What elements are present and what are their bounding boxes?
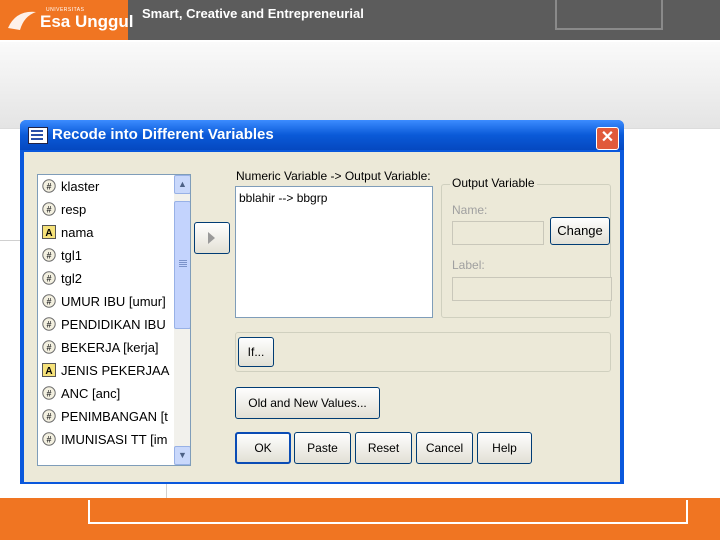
svg-text:#: # — [46, 320, 51, 330]
divider-line — [0, 240, 22, 241]
numeric-output-list[interactable]: bblahir --> bbgrp — [235, 186, 433, 318]
recode-dialog: Recode into Different Variables ✕ # klast… — [20, 120, 624, 484]
name-field[interactable] — [452, 221, 544, 245]
dialog-title: Recode into Different Variables — [52, 126, 274, 143]
scroll-up-button[interactable]: ▲ — [174, 175, 190, 194]
if-button[interactable]: If... — [238, 337, 274, 367]
variable-label: PENDIDIKAN IBU — [61, 317, 166, 332]
numeric-variable-icon: # — [42, 432, 56, 446]
variable-label: nama — [61, 225, 94, 240]
close-icon: ✕ — [600, 129, 615, 146]
variable-list-item[interactable]: # tgl2 — [42, 268, 174, 290]
variable-list-item[interactable]: # BEKERJA [kerja] — [42, 337, 174, 359]
vertical-scrollbar[interactable]: ▲ ▼ — [174, 175, 190, 465]
logo-emblem-icon — [8, 11, 36, 30]
footer-decoration — [88, 500, 688, 524]
if-panel: If... — [235, 332, 611, 372]
svg-text:#: # — [46, 205, 51, 215]
variable-list-item[interactable]: Anama — [42, 222, 174, 244]
scroll-thumb[interactable] — [174, 201, 190, 329]
variable-label: BEKERJA [kerja] — [61, 340, 159, 355]
dialog-body: # klaster # resp Anama # tgl1 # tgl2 # UMUR IBU [u… — [24, 152, 620, 482]
change-button[interactable]: Change — [550, 217, 610, 245]
logo-text: Esa Unggul — [40, 12, 134, 31]
variable-label: UMUR IBU [umur] — [61, 294, 166, 309]
name-label: Name: — [452, 203, 488, 217]
svg-text:#: # — [46, 274, 51, 284]
svg-text:#: # — [46, 343, 51, 353]
variable-label: klaster — [61, 179, 100, 194]
header-band — [0, 42, 720, 128]
numeric-variable-icon: # — [42, 248, 56, 262]
mapping-item[interactable]: bblahir --> bbgrp — [239, 191, 327, 205]
variable-label: tgl1 — [61, 248, 82, 263]
variable-list-item[interactable]: A JENIS PEKERJAA — [42, 360, 174, 382]
source-variable-list[interactable]: # klaster # resp Anama # tgl1 # tgl2 # UMUR IBU [u… — [37, 174, 191, 466]
old-new-values-button[interactable]: Old and New Values... — [235, 387, 380, 419]
label-label: Label: — [452, 258, 485, 272]
variable-items: # klaster # resp Anama # tgl1 # tgl2 # UMUR IBU [u… — [38, 175, 174, 465]
svg-text:#: # — [46, 412, 51, 422]
paste-button[interactable]: Paste — [294, 432, 351, 464]
numeric-variable-icon: # — [42, 340, 56, 354]
grip-icon — [179, 260, 187, 261]
variable-list-item[interactable]: # UMUR IBU [umur] — [42, 291, 174, 313]
header-decoration — [555, 0, 663, 30]
close-button[interactable]: ✕ — [596, 127, 619, 150]
variable-label: resp — [61, 202, 87, 217]
string-variable-icon: A — [42, 363, 56, 377]
scroll-down-button[interactable]: ▼ — [174, 446, 190, 465]
slide-header: UNIVERSITAS Esa Unggul Smart, Creative a… — [0, 0, 720, 40]
numeric-variable-icon: # — [42, 179, 56, 193]
numeric-output-label: Numeric Variable -> Output Variable: — [236, 169, 431, 183]
numeric-variable-icon: # — [42, 409, 56, 423]
svg-text:A: A — [45, 366, 52, 377]
help-button[interactable]: Help — [477, 432, 532, 464]
variable-label: ANC [anc] — [61, 386, 121, 401]
variable-list-item[interactable]: # PENIMBANGAN [t — [42, 406, 174, 428]
output-variable-group: Output Variable Name: Change Label: — [441, 176, 612, 318]
variable-label: tgl2 — [61, 271, 82, 286]
numeric-variable-icon: # — [42, 386, 56, 400]
variable-list-item[interactable]: # klaster — [42, 176, 174, 198]
variable-label: JENIS PEKERJAA — [61, 363, 170, 378]
variable-list-item[interactable]: # resp — [42, 199, 174, 221]
numeric-variable-icon: # — [42, 202, 56, 216]
ok-button[interactable]: OK — [235, 432, 291, 464]
numeric-variable-icon: # — [42, 294, 56, 308]
dialog-titlebar[interactable]: Recode into Different Variables ✕ — [20, 120, 624, 150]
svg-text:#: # — [46, 297, 51, 307]
svg-text:A: A — [45, 228, 52, 239]
variable-list-item[interactable]: # ANC [anc] — [42, 383, 174, 405]
variable-list-item[interactable]: # PENDIDIKAN IBU — [42, 314, 174, 336]
numeric-variable-icon: # — [42, 271, 56, 285]
label-field[interactable] — [452, 277, 612, 301]
svg-text:#: # — [46, 389, 51, 399]
variable-label: IMUNISASI TT [im — [61, 432, 168, 447]
move-variable-button[interactable] — [194, 222, 230, 254]
svg-text:#: # — [46, 251, 51, 261]
variable-list-item[interactable]: # tgl1 — [42, 245, 174, 267]
variable-label: PENIMBANGAN [t — [61, 409, 168, 424]
output-variable-legend: Output Variable — [450, 176, 537, 190]
spss-window-icon — [28, 127, 48, 144]
reset-button[interactable]: Reset — [355, 432, 412, 464]
string-variable-icon: A — [42, 225, 56, 239]
cancel-button[interactable]: Cancel — [416, 432, 473, 464]
svg-text:#: # — [46, 435, 51, 445]
numeric-variable-icon: # — [42, 317, 56, 331]
university-logo: UNIVERSITAS Esa Unggul — [0, 0, 134, 40]
tagline: Smart, Creative and Entrepreneurial — [142, 6, 364, 21]
right-arrow-icon — [208, 232, 215, 244]
svg-text:#: # — [46, 182, 51, 192]
variable-list-item[interactable]: # IMUNISASI TT [im — [42, 429, 174, 451]
